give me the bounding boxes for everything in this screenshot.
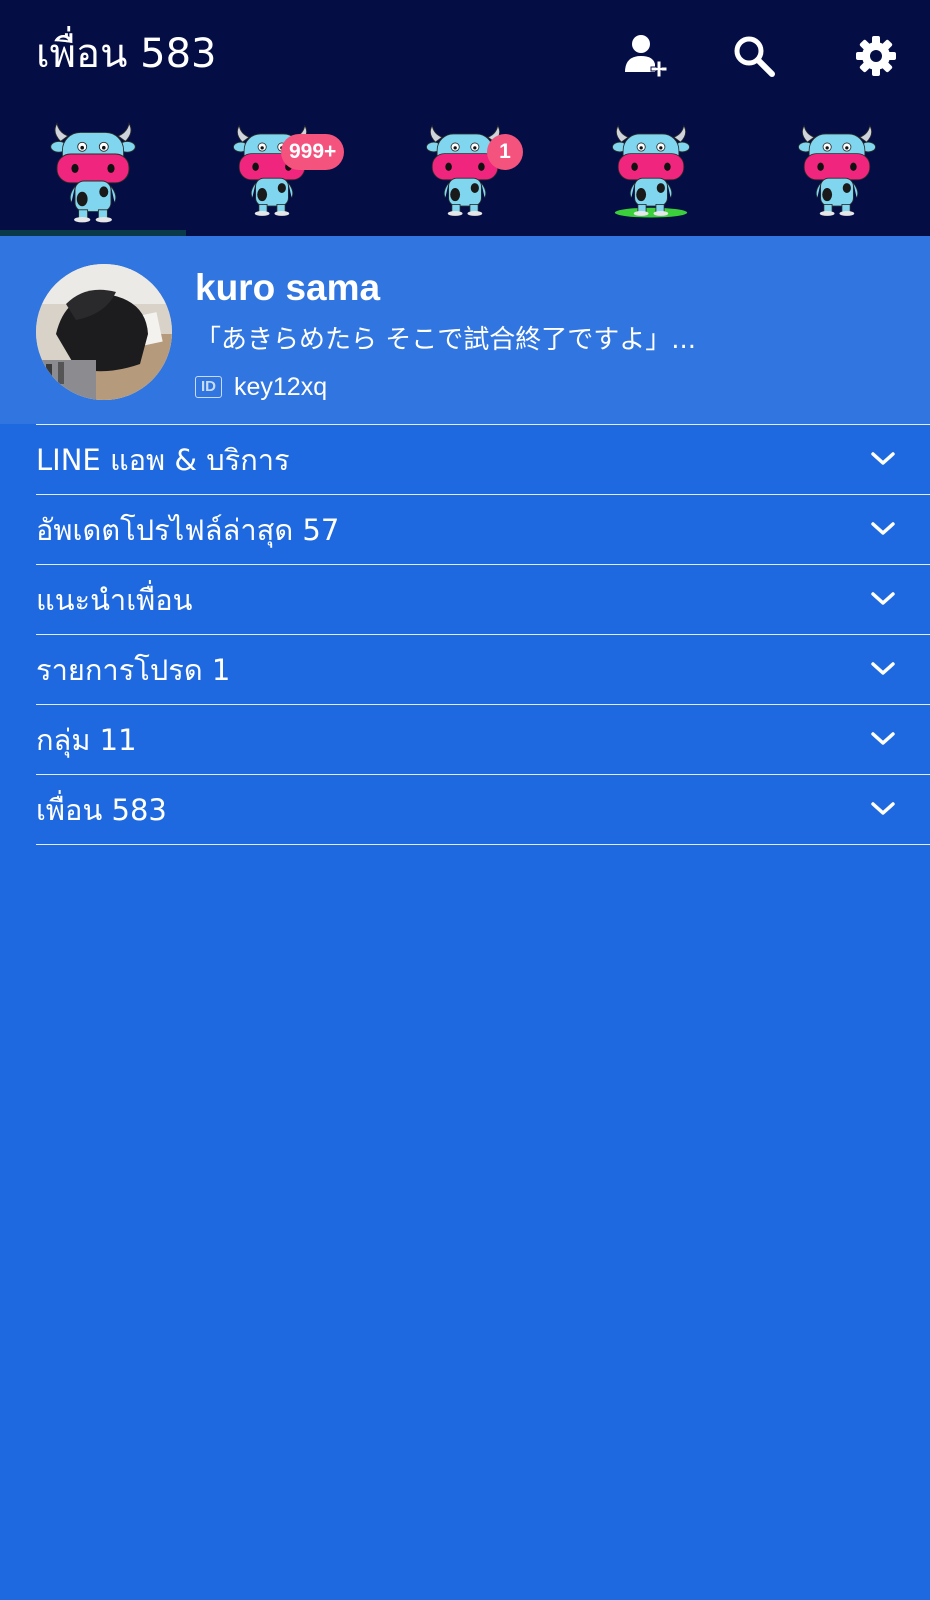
cow-sticker-icon <box>798 125 876 217</box>
id-chip: ID <box>195 376 222 398</box>
avatar[interactable] <box>36 264 172 400</box>
section-friend-recommendations[interactable]: แนะนำเพื่อน <box>36 565 930 635</box>
section-label: รายการโปรด 1 <box>36 653 231 687</box>
section-favorites[interactable]: รายการโปรด 1 <box>36 635 930 705</box>
section-label: เพื่อน 583 <box>36 793 167 827</box>
line-id: key12xq <box>234 373 328 401</box>
section-friends[interactable]: เพื่อน 583 <box>36 775 930 845</box>
settings-icon[interactable] <box>848 28 904 84</box>
tab-bar: 999+ 1 <box>0 112 930 232</box>
unread-badge: 999+ <box>281 134 345 170</box>
tab-more[interactable] <box>744 112 930 232</box>
section-label: อัพเดตโปรไฟล์ล่าสุด 57 <box>36 513 340 547</box>
section-label: แนะนำเพื่อน <box>36 583 193 617</box>
search-icon[interactable] <box>726 28 782 84</box>
section-profile-updates[interactable]: อัพเดตโปรไฟล์ล่าสุด 57 <box>36 495 930 565</box>
notification-badge: 1 <box>487 134 523 170</box>
tab-news[interactable] <box>558 112 744 232</box>
section-groups[interactable]: กลุ่ม 11 <box>36 705 930 775</box>
section-line-apps[interactable]: LINE แอพ & บริการ <box>36 425 930 495</box>
my-profile-row[interactable]: kuro sama 「あきらめたら そこで試合終了ですよ」... ID key1… <box>0 236 930 424</box>
profile-status-message: 「あきらめたら そこで試合終了ですよ」... <box>195 325 697 355</box>
cow-sticker-icon <box>50 122 136 223</box>
cow-sticker-icon <box>612 125 690 218</box>
add-friend-icon[interactable] <box>617 28 673 84</box>
chevron-down-icon <box>871 592 895 605</box>
profile-id-row: ID key12xq <box>195 370 327 404</box>
chevron-down-icon <box>871 732 895 745</box>
app-header: เพื่อน 583 999+ 1 <box>0 0 930 236</box>
chevron-down-icon <box>871 802 895 815</box>
friend-sections-list: LINE แอพ & บริการ อัพเดตโปรไฟล์ล่าสุด 57… <box>36 424 930 845</box>
chevron-down-icon <box>871 452 895 465</box>
tab-chats[interactable]: 999+ <box>186 112 372 232</box>
chevron-down-icon <box>871 662 895 675</box>
page-title: เพื่อน 583 <box>36 31 217 77</box>
tab-timeline[interactable]: 1 <box>372 112 558 232</box>
section-label: LINE แอพ & บริการ <box>36 443 290 477</box>
tab-friends[interactable] <box>0 112 186 232</box>
cow-sticker-icon <box>426 125 504 217</box>
section-label: กลุ่ม 11 <box>36 723 137 757</box>
cow-sticker-icon <box>232 125 311 217</box>
chevron-down-icon <box>871 522 895 535</box>
profile-name: kuro sama <box>195 267 381 308</box>
